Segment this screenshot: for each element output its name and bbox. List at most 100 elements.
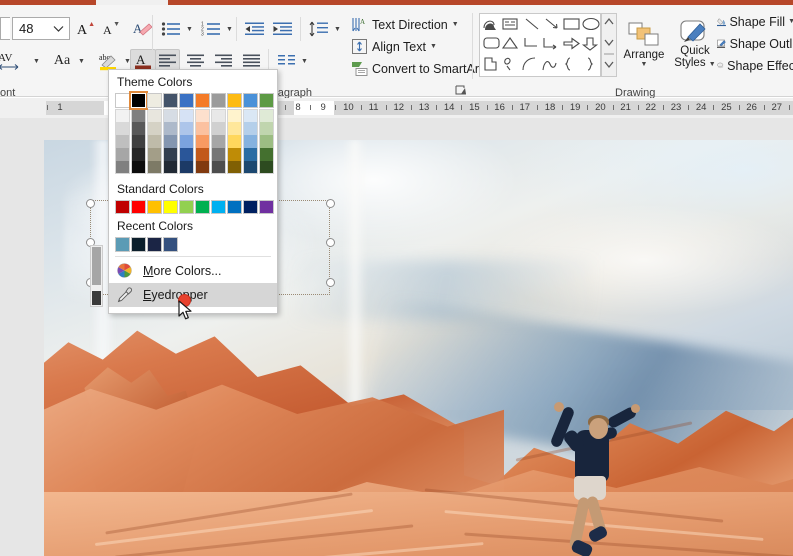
theme-colors-row[interactable]: [109, 91, 277, 110]
paragraph-dialog-launcher[interactable]: [455, 85, 467, 97]
theme-tint-swatch-7-4[interactable]: [227, 160, 242, 174]
character-spacing-caret-icon[interactable]: ▼: [33, 58, 40, 65]
columns-caret-icon[interactable]: ▼: [301, 58, 308, 65]
shapes-gallery[interactable]: [479, 13, 601, 77]
theme-tint-column-5[interactable]: [195, 108, 211, 174]
arrange-button[interactable]: Arrange ▼: [620, 13, 668, 75]
theme-tint-swatch-7-3[interactable]: [227, 147, 242, 161]
decrease-font-size-button[interactable]: A: [100, 17, 124, 40]
theme-tint-swatch-4-1[interactable]: [179, 121, 194, 135]
standard-color-swatch-8[interactable]: [243, 199, 258, 214]
theme-tint-swatch-2-0[interactable]: [147, 108, 162, 122]
theme-tint-swatch-6-1[interactable]: [211, 121, 226, 135]
resize-handle-top-left[interactable]: [86, 199, 95, 208]
theme-tint-column-7[interactable]: [227, 108, 243, 174]
numbering-caret-icon[interactable]: ▼: [226, 26, 233, 33]
theme-tint-swatch-0-2[interactable]: [115, 134, 130, 148]
standard-color-swatch-6[interactable]: [211, 199, 226, 214]
decrease-indent-button[interactable]: [242, 17, 268, 41]
theme-tint-swatch-2-4[interactable]: [147, 160, 162, 174]
theme-tint-swatch-1-1[interactable]: [131, 121, 146, 135]
resize-handle-middle-right[interactable]: [326, 238, 335, 247]
theme-tint-swatch-7-0[interactable]: [227, 108, 242, 122]
theme-tint-swatch-9-2[interactable]: [259, 134, 274, 148]
standard-color-swatch-7[interactable]: [227, 199, 242, 214]
theme-color-swatch-3[interactable]: [163, 93, 178, 108]
increase-font-size-button[interactable]: A: [74, 17, 98, 40]
more-colors-menu-item[interactable]: More Colors...: [109, 259, 277, 283]
shapes-gallery-scroll[interactable]: [601, 13, 617, 77]
theme-color-swatch-9[interactable]: [259, 93, 274, 108]
theme-color-swatch-0[interactable]: [115, 93, 130, 108]
standard-colors-row[interactable]: [109, 199, 277, 214]
theme-tint-swatch-4-4[interactable]: [179, 160, 194, 174]
theme-tint-swatch-1-2[interactable]: [131, 134, 146, 148]
theme-tint-column-9[interactable]: [259, 108, 275, 174]
align-text-button[interactable]: Align Text ▼: [348, 36, 458, 57]
theme-tint-swatch-8-3[interactable]: [243, 147, 258, 161]
theme-tint-swatch-0-0[interactable]: [115, 108, 130, 122]
character-spacing-button[interactable]: AV: [0, 49, 30, 73]
theme-tint-swatch-9-4[interactable]: [259, 160, 274, 174]
resize-handle-top-right[interactable]: [326, 199, 335, 208]
theme-tint-column-8[interactable]: [243, 108, 259, 174]
textbox-scrollbar[interactable]: [90, 245, 103, 307]
theme-tint-swatch-5-1[interactable]: [195, 121, 210, 135]
theme-tint-swatch-6-3[interactable]: [211, 147, 226, 161]
recent-color-swatch-3[interactable]: [163, 237, 178, 252]
theme-tint-swatch-7-2[interactable]: [227, 134, 242, 148]
change-case-caret-icon[interactable]: ▼: [78, 58, 85, 65]
recent-color-swatch-1[interactable]: [131, 237, 146, 252]
theme-color-swatch-6[interactable]: [211, 93, 226, 108]
theme-tint-swatch-4-3[interactable]: [179, 147, 194, 161]
theme-color-swatch-1[interactable]: [129, 91, 148, 110]
theme-tint-swatch-0-4[interactable]: [115, 160, 130, 174]
standard-color-swatch-1[interactable]: [131, 199, 146, 214]
theme-color-swatch-4[interactable]: [179, 93, 194, 108]
theme-tint-column-1[interactable]: [131, 108, 147, 174]
theme-tint-swatch-3-1[interactable]: [163, 121, 178, 135]
theme-tint-swatch-4-0[interactable]: [179, 108, 194, 122]
shape-fill-button[interactable]: Shape Fill ▼: [716, 11, 793, 32]
theme-tint-swatch-8-2[interactable]: [243, 134, 258, 148]
theme-tint-swatch-2-2[interactable]: [147, 134, 162, 148]
theme-tint-column-2[interactable]: [147, 108, 163, 174]
line-spacing-caret-icon[interactable]: ▼: [334, 26, 341, 33]
theme-color-swatch-5[interactable]: [195, 93, 210, 108]
theme-tint-swatch-8-1[interactable]: [243, 121, 258, 135]
standard-color-swatch-0[interactable]: [115, 199, 130, 214]
theme-tint-column-3[interactable]: [163, 108, 179, 174]
theme-tint-column-6[interactable]: [211, 108, 227, 174]
theme-tint-column-4[interactable]: [179, 108, 195, 174]
theme-tint-swatch-9-1[interactable]: [259, 121, 274, 135]
theme-tint-swatch-3-3[interactable]: [163, 147, 178, 161]
theme-tint-swatch-5-4[interactable]: [195, 160, 210, 174]
theme-tint-column-0[interactable]: [115, 108, 131, 174]
font-size-combo[interactable]: 48: [12, 17, 70, 40]
font-color-dropdown-menu[interactable]: Theme Colors Standard Colors Recent Colo…: [108, 69, 278, 314]
theme-tint-swatch-5-2[interactable]: [195, 134, 210, 148]
theme-tint-swatch-6-0[interactable]: [211, 108, 226, 122]
eyedropper-menu-item[interactable]: Eyedropper: [109, 282, 277, 307]
theme-tint-swatch-4-2[interactable]: [179, 134, 194, 148]
increase-indent-button[interactable]: [270, 17, 296, 41]
theme-tint-swatch-6-2[interactable]: [211, 134, 226, 148]
recent-color-swatch-2[interactable]: [147, 237, 162, 252]
theme-tint-swatch-0-3[interactable]: [115, 147, 130, 161]
quick-styles-button[interactable]: Quick Styles ▼: [672, 13, 718, 75]
scrollbar-thumb[interactable]: [92, 247, 101, 285]
theme-tints-grid[interactable]: [109, 108, 277, 177]
theme-tint-swatch-3-0[interactable]: [163, 108, 178, 122]
theme-tint-swatch-6-4[interactable]: [211, 160, 226, 174]
theme-tint-swatch-5-0[interactable]: [195, 108, 210, 122]
theme-tint-swatch-7-1[interactable]: [227, 121, 242, 135]
theme-tint-swatch-5-3[interactable]: [195, 147, 210, 161]
theme-tint-swatch-3-2[interactable]: [163, 134, 178, 148]
standard-color-swatch-9[interactable]: [259, 199, 274, 214]
theme-tint-swatch-2-3[interactable]: [147, 147, 162, 161]
theme-tint-swatch-9-3[interactable]: [259, 147, 274, 161]
theme-color-swatch-2[interactable]: [147, 93, 162, 108]
theme-tint-swatch-2-1[interactable]: [147, 121, 162, 135]
bullets-caret-icon[interactable]: ▼: [186, 26, 193, 33]
bullets-button[interactable]: [158, 17, 184, 41]
